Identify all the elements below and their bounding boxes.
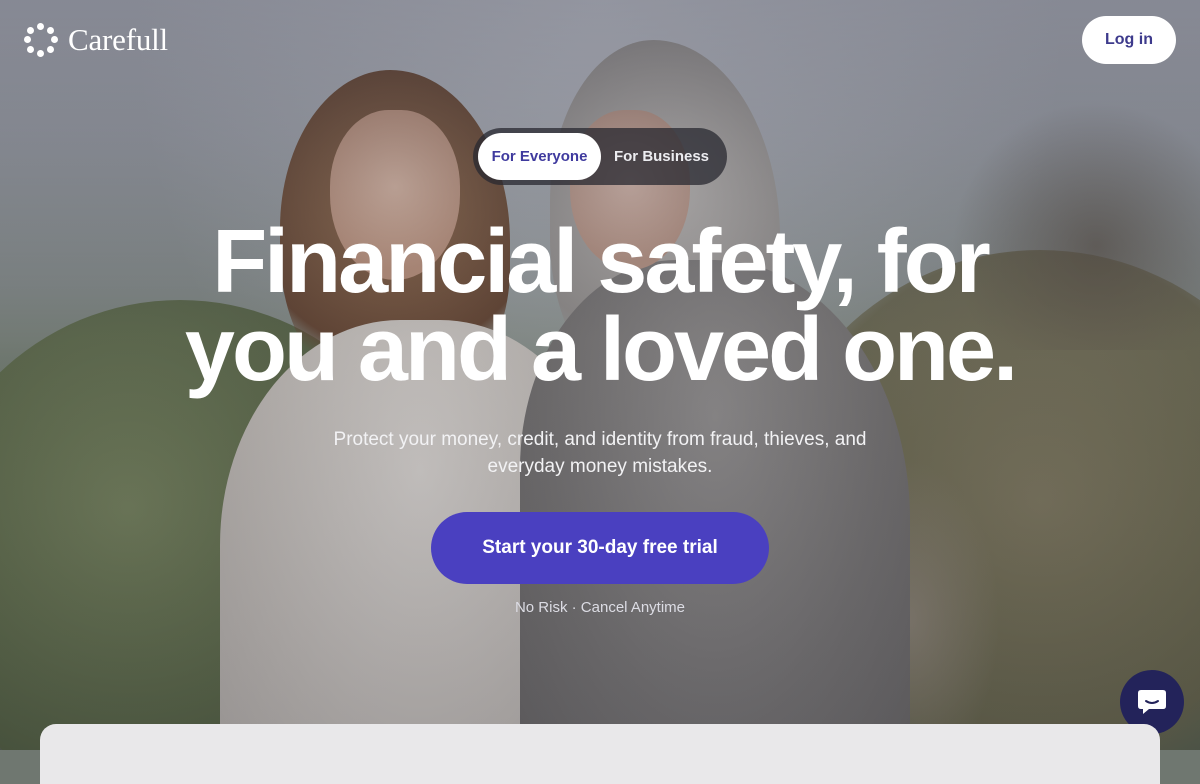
start-free-trial-button[interactable]: Start your 30-day free trial [431,512,769,584]
headline-line-2: you and a loved one. [184,300,1018,400]
login-button[interactable]: Log in [1082,16,1176,64]
content-panel-edge [40,724,1160,784]
brand-logo-link[interactable]: Carefull [24,22,168,58]
site-header: Carefull Log in [0,0,1200,80]
toggle-for-everyone[interactable]: For Everyone [478,133,601,180]
hero-headline: Financial safety, for you and a loved on… [0,217,1200,395]
chat-bubble-icon [1138,690,1166,714]
dot-ring-logo-icon [24,23,58,57]
brand-name: Carefull [68,22,168,57]
headline-line-1: Financial safety, for [212,212,991,312]
audience-toggle: For Everyone For Business [473,128,727,185]
toggle-for-business[interactable]: For Business [601,133,722,180]
hero-subheadline: Protect your money, credit, and identity… [333,429,867,477]
risk-note: No Risk · Cancel Anytime [514,599,686,616]
